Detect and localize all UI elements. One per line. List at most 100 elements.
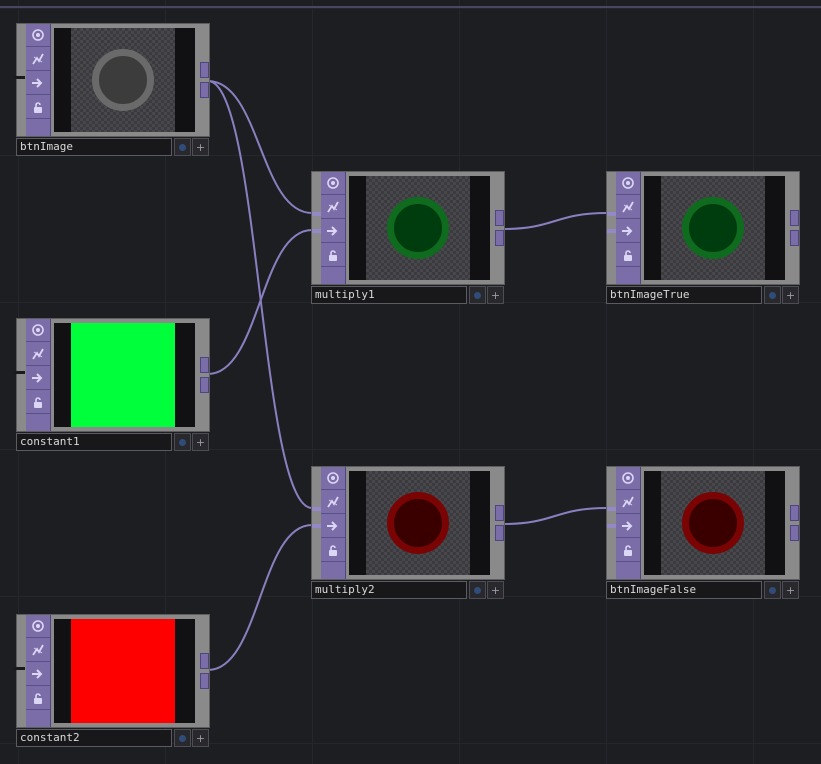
node-name[interactable]: constant1 (16, 433, 172, 451)
output-connector[interactable] (495, 210, 504, 226)
plus-icon: + (195, 435, 206, 449)
output-connector[interactable] (495, 525, 504, 541)
bypass-flag-icon[interactable] (26, 48, 50, 71)
display-flag-icon[interactable] (26, 663, 50, 686)
input-connector[interactable] (312, 524, 321, 528)
node-name[interactable]: multiply1 (311, 286, 467, 304)
node-body[interactable] (16, 614, 210, 728)
node-name[interactable]: btnImageTrue (606, 286, 762, 304)
lock-flag-icon[interactable] (616, 244, 640, 267)
node-btnImageFalse[interactable]: btnImageFalse + (606, 466, 800, 600)
input-plug[interactable] (14, 371, 25, 374)
output-connector[interactable] (200, 62, 209, 78)
node-body[interactable] (606, 171, 800, 285)
input-connector[interactable] (607, 229, 616, 233)
node-constant2[interactable]: constant2 + (14, 614, 210, 748)
node-body[interactable] (16, 318, 210, 432)
output-connector[interactable] (200, 377, 209, 393)
node-btnImageTrue[interactable]: btnImageTrue + (606, 171, 800, 305)
input-plug[interactable] (14, 667, 25, 670)
bypass-flag-icon[interactable] (616, 491, 640, 514)
cook-flag-icon[interactable] (616, 467, 640, 490)
lock-flag-icon[interactable] (26, 96, 50, 119)
node-menu-button[interactable]: + (487, 581, 504, 599)
node-multiply1[interactable]: multiply1 + (311, 171, 505, 305)
node-name[interactable]: multiply2 (311, 581, 467, 599)
input-connector[interactable] (312, 229, 321, 233)
output-connector[interactable] (200, 653, 209, 669)
output-connector[interactable] (495, 230, 504, 246)
output-connector[interactable] (200, 673, 209, 689)
output-connector[interactable] (790, 505, 799, 521)
node-body[interactable] (311, 171, 505, 285)
output-connector[interactable] (790, 230, 799, 246)
input-connector[interactable] (607, 524, 616, 528)
node-menu-button[interactable]: + (192, 138, 209, 156)
bypass-flag-icon[interactable] (26, 343, 50, 366)
cook-flag-icon[interactable] (26, 24, 50, 47)
lock-flag-icon[interactable] (26, 391, 50, 414)
node-name[interactable]: btnImageFalse (606, 581, 762, 599)
bypass-flag-icon[interactable] (26, 639, 50, 662)
viewer-toggle-button[interactable] (174, 433, 191, 451)
wire-multiply2-to-btnImageFalse[interactable] (502, 507, 608, 525)
node-menu-button[interactable]: + (782, 581, 799, 599)
viewer-toggle-button[interactable] (469, 581, 486, 599)
node-body[interactable] (311, 466, 505, 580)
viewer-toggle-button[interactable] (174, 729, 191, 747)
output-connector[interactable] (200, 82, 209, 98)
cook-flag-icon[interactable] (321, 467, 345, 490)
circle-preview (387, 492, 449, 554)
display-flag-icon[interactable] (616, 220, 640, 243)
wire-btnImage-to-multiply2[interactable] (207, 80, 313, 509)
wire-btnImage-to-multiply1[interactable] (207, 80, 313, 214)
node-label-row: multiply1 + (311, 286, 505, 304)
node-name[interactable]: constant2 (16, 729, 172, 747)
node-multiply2[interactable]: multiply2 + (311, 466, 505, 600)
output-connector[interactable] (790, 525, 799, 541)
cook-flag-icon[interactable] (616, 172, 640, 195)
wire-constant1-to-multiply1[interactable] (207, 229, 313, 375)
node-body[interactable] (16, 23, 210, 137)
lock-flag-icon[interactable] (321, 539, 345, 562)
input-connector[interactable] (312, 507, 321, 511)
preview-image (71, 28, 175, 132)
viewer-toggle-button[interactable] (174, 138, 191, 156)
output-connector[interactable] (790, 210, 799, 226)
bypass-flag-icon[interactable] (321, 491, 345, 514)
output-connector[interactable] (495, 505, 504, 521)
node-constant1[interactable]: constant1 + (14, 318, 210, 452)
preview-image (661, 471, 765, 575)
viewer-toggle-button[interactable] (764, 581, 781, 599)
input-connector[interactable] (607, 507, 616, 511)
output-connector[interactable] (200, 357, 209, 373)
cook-flag-icon[interactable] (26, 319, 50, 342)
node-name[interactable]: btnImage (16, 138, 172, 156)
node-menu-button[interactable]: + (192, 729, 209, 747)
node-menu-button[interactable]: + (782, 286, 799, 304)
display-flag-icon[interactable] (616, 515, 640, 538)
input-plug[interactable] (14, 76, 25, 79)
cook-flag-icon[interactable] (26, 615, 50, 638)
lock-flag-icon[interactable] (616, 539, 640, 562)
circle-preview (387, 197, 449, 259)
node-menu-button[interactable]: + (487, 286, 504, 304)
input-connector[interactable] (312, 212, 321, 216)
display-flag-icon[interactable] (26, 367, 50, 390)
viewer-toggle-button[interactable] (764, 286, 781, 304)
input-connector[interactable] (607, 212, 616, 216)
node-body[interactable] (606, 466, 800, 580)
display-flag-icon[interactable] (26, 72, 50, 95)
wire-multiply1-to-btnImageTrue[interactable] (502, 212, 608, 230)
cook-flag-icon[interactable] (321, 172, 345, 195)
wire-constant2-to-multiply2[interactable] (207, 524, 313, 671)
bypass-flag-icon[interactable] (616, 196, 640, 219)
lock-flag-icon[interactable] (321, 244, 345, 267)
bypass-flag-icon[interactable] (321, 196, 345, 219)
display-flag-icon[interactable] (321, 515, 345, 538)
node-menu-button[interactable]: + (192, 433, 209, 451)
node-btnImage[interactable]: btnImage + (14, 23, 210, 157)
lock-flag-icon[interactable] (26, 687, 50, 710)
viewer-toggle-button[interactable] (469, 286, 486, 304)
display-flag-icon[interactable] (321, 220, 345, 243)
